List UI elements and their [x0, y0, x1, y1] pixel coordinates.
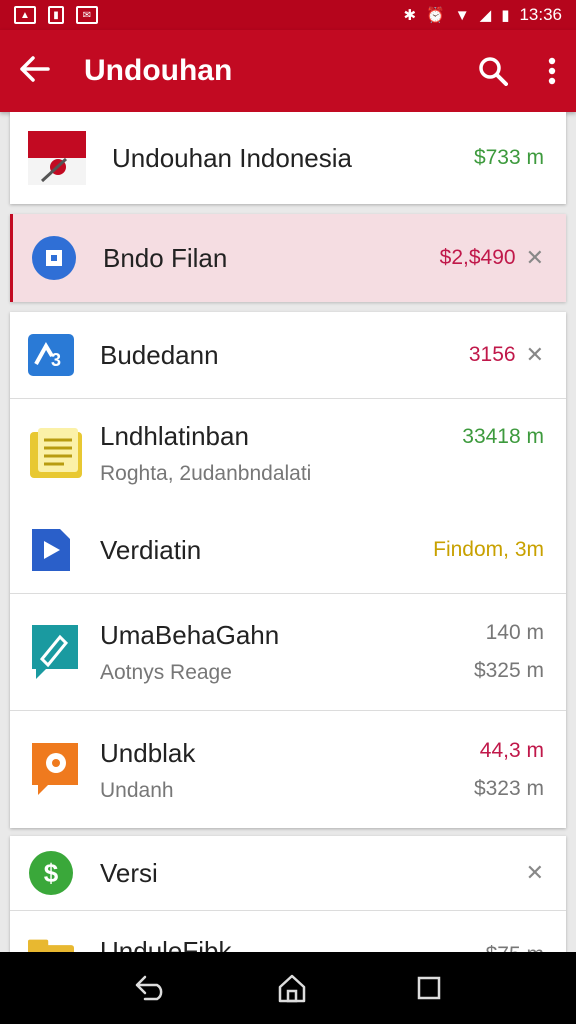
recents-icon[interactable]: [417, 976, 441, 1000]
play-icon: [28, 527, 74, 573]
item-value-secondary: $323 m: [473, 777, 544, 800]
item-name: UmaBehaGahn: [100, 619, 280, 650]
item-value: $75 m: [486, 943, 544, 952]
download-list[interactable]: Undouhan Indonesia $733 m Bndo Filan $2,…: [0, 112, 576, 952]
sd-card-icon: ▮: [48, 6, 64, 24]
item-name: Verdiatin: [100, 534, 202, 565]
bluetooth-icon: ✱: [403, 7, 417, 24]
clock: 13:36: [519, 5, 562, 24]
item-name: Undouhan Indonesia: [112, 142, 352, 173]
mail-notification-icon: ✉: [76, 6, 98, 24]
wifi-icon: ▼: [454, 6, 470, 24]
search-icon[interactable]: [478, 56, 508, 86]
home-icon[interactable]: [277, 973, 307, 1003]
arrow-left-icon[interactable]: [20, 53, 60, 90]
svg-text:$: $: [44, 858, 59, 888]
battery-icon: ▮: [501, 7, 510, 24]
list-item[interactable]: Undouhan Indonesia $733 m: [10, 112, 566, 204]
item-value: 3156: [468, 343, 516, 366]
item-name: Lndhlatinban: [100, 420, 249, 451]
item-subtitle: Aotnys Reage: [100, 660, 232, 684]
image-notification-icon: ▲: [14, 6, 36, 24]
dollar-icon: $: [28, 850, 74, 896]
item-subtitle: Undanh: [100, 778, 174, 802]
list-card-highlighted: Bndo Filan $2,$490 ✕: [10, 214, 566, 302]
item-value: 44,3 m: [479, 739, 544, 762]
close-icon[interactable]: ✕: [526, 860, 544, 886]
notes-icon: [28, 428, 84, 478]
list-item[interactable]: Undblak Undanh 44,3 m $323 m: [10, 711, 566, 829]
list-item[interactable]: $ Versi ✕: [10, 836, 566, 910]
item-value: 140 m: [485, 621, 544, 644]
list-card: 3 Budedann 3156 ✕ Lndhlatinban Roghta, 2…: [10, 312, 566, 828]
item-value: 33418 m: [462, 425, 544, 448]
app-circle-icon: [31, 235, 77, 281]
item-name: UnduleFibk: [100, 936, 232, 952]
app-bar: Undouhan: [0, 30, 576, 112]
list-item[interactable]: 3 Budedann 3156 ✕: [10, 312, 566, 398]
folder-icon: [28, 935, 74, 952]
chat-pencil-icon: [28, 625, 82, 679]
page-title: Undouhan: [84, 54, 233, 87]
list-item[interactable]: Lndhlatinban Roghta, 2udanbndalati 33418…: [10, 399, 566, 507]
back-nav-icon[interactable]: [135, 975, 167, 1001]
item-name: Versi: [100, 857, 158, 888]
app-blue-icon: 3: [28, 332, 74, 378]
list-card: $ Versi ✕ UnduleFibk $75 m: [10, 836, 566, 952]
list-card: Undouhan Indonesia $733 m: [10, 112, 566, 204]
list-item[interactable]: Verdiatin Findom, 3m: [10, 507, 566, 593]
svg-text:3: 3: [51, 350, 61, 370]
close-icon[interactable]: ✕: [526, 245, 544, 271]
item-value: $733 m: [473, 146, 544, 169]
item-value: $2,$490: [439, 246, 516, 269]
navigation-bar: [0, 952, 576, 1024]
signal-icon: ◢: [479, 7, 492, 24]
item-name: Budedann: [100, 339, 219, 370]
close-icon[interactable]: ✕: [526, 342, 544, 368]
flag-icon: [28, 131, 86, 185]
list-item[interactable]: UmaBehaGahn Aotnys Reage 140 m $325 m: [10, 594, 566, 710]
item-name: Undblak: [100, 737, 196, 768]
alarm-icon: ⏰: [426, 7, 445, 24]
item-value: Findom, 3m: [433, 538, 544, 561]
chat-camera-icon: [28, 743, 82, 795]
item-name: Bndo Filan: [103, 242, 228, 273]
more-vert-icon[interactable]: [548, 57, 556, 85]
list-item[interactable]: UnduleFibk $75 m: [10, 911, 566, 952]
status-bar: ▲ ▮ ✉ ✱ ⏰ ▼ ◢ ▮ 13:36: [0, 0, 576, 30]
item-subtitle: Roghta, 2udanbndalati: [100, 461, 312, 485]
item-value-secondary: $325 m: [473, 659, 544, 682]
list-item[interactable]: Bndo Filan $2,$490 ✕: [13, 214, 566, 302]
